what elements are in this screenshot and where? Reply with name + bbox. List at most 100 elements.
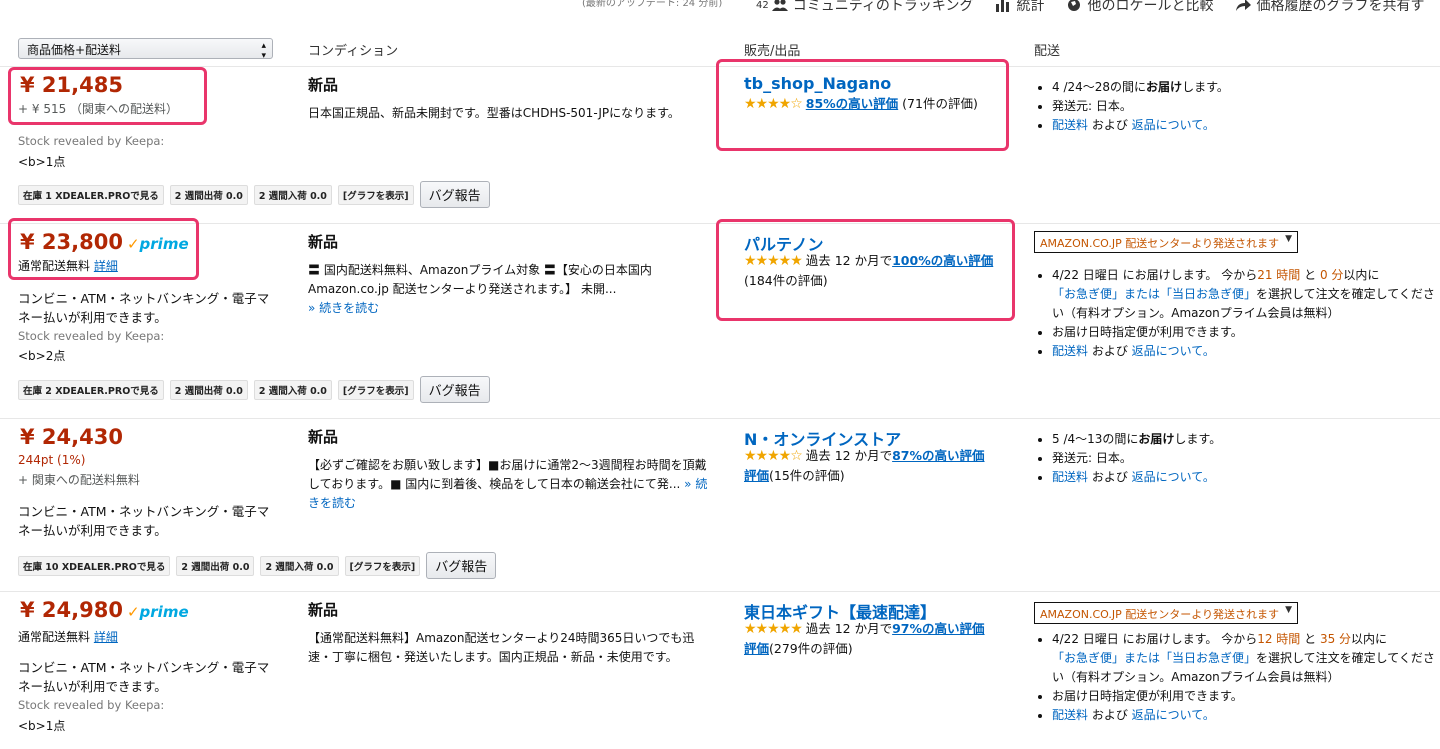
offer-row: ¥ 24,430 244pt (1%) + 関東への配送料無料 コンビニ・ATM… bbox=[0, 419, 1440, 592]
returns-link[interactable]: 返品について。 bbox=[1132, 344, 1215, 358]
rating-link[interactable]: 97%の高い評価 bbox=[892, 621, 984, 636]
show-graph-button[interactable]: [グラフを表示] bbox=[344, 555, 421, 576]
payment-info: コンビニ・ATM・ネットバンキング・電子マネー払いが利用できます。 bbox=[18, 504, 270, 538]
date-delivery-option: お届け日時指定便が利用できます。 bbox=[1052, 687, 1436, 706]
keepa-stock-label: Stock revealed by Keepa: bbox=[18, 698, 165, 712]
locale-compare-link[interactable]: 他のロケールと比較 bbox=[1066, 0, 1213, 15]
shipping-info: 4 /24～28の間にお届けします。 発送元: 日本。 配送料 および 返品につ… bbox=[1036, 78, 1436, 135]
show-graph-button[interactable]: [グラフを表示] bbox=[337, 184, 414, 205]
keepa-stock-button[interactable]: 在庫 10 XDEALER.PROで見る bbox=[18, 555, 171, 576]
sort-select-value: 商品価格+配送料 bbox=[27, 43, 122, 57]
returns-link[interactable]: 返品について。 bbox=[1132, 470, 1215, 484]
shipping-info: 4/22 日曜日 にお届けします。 今から21 時間 と 0 分以内に「お急ぎ便… bbox=[1036, 266, 1436, 361]
keepa-in-button[interactable]: 2 週間入荷 0.0 bbox=[260, 555, 339, 576]
offer-price: ¥ 24,430 bbox=[20, 425, 123, 449]
stats-link[interactable]: 統計 bbox=[995, 0, 1044, 15]
points: 244pt (1%) bbox=[18, 453, 86, 467]
shipping-cost-link[interactable]: 配送料 bbox=[1052, 470, 1088, 484]
keepa-stock-button[interactable]: 在庫 2 XDEALER.PROで見る bbox=[18, 379, 164, 400]
top-toolbar: (最新のアップデート: 24 分前) 42 コミュニティのトラッキング 統計 他… bbox=[0, 0, 1440, 16]
shipping-info: 4/22 日曜日 にお届けします。 今から12 時間 と 35 分以内に「お急ぎ… bbox=[1036, 630, 1436, 725]
keepa-stock-value: <b>2点 bbox=[18, 349, 66, 363]
keepa-bar: 在庫 10 XDEALER.PROで見る 2 週間出荷 0.0 2 週間入荷 0… bbox=[18, 552, 497, 579]
col-condition: コンディション bbox=[308, 44, 399, 59]
seller-highlight-box bbox=[716, 59, 1009, 151]
delivery-date: 4/22 日曜日 にお届けします。 今から21 時間 と 0 分以内に「お急ぎ便… bbox=[1052, 266, 1436, 323]
shipping-links: 配送料 および 返品について。 bbox=[1052, 342, 1436, 361]
sort-select[interactable]: 商品価格+配送料 ▴ ▾ bbox=[18, 38, 273, 61]
delivery-date: 4/22 日曜日 にお届けします。 今から12 時間 と 35 分以内に「お急ぎ… bbox=[1052, 630, 1436, 687]
locale-label: 他のロケールと比較 bbox=[1087, 0, 1214, 14]
bug-report-button[interactable]: バグ報告 bbox=[419, 181, 490, 208]
share-graph-link[interactable]: 価格履歴のグラフを共有す bbox=[1235, 0, 1424, 15]
details-link[interactable]: 詳細 bbox=[94, 630, 118, 644]
star-rating-icon: ★★★★☆ bbox=[744, 448, 803, 464]
community-count: 42 bbox=[756, 0, 769, 11]
fulfillment-dropdown[interactable]: AMAZON.CO.JP 配送センターより発送されます ▼ bbox=[1034, 231, 1298, 253]
select-arrows-icon: ▴ ▾ bbox=[261, 41, 266, 61]
payment-info: コンビニ・ATM・ネットバンキング・電子マネー払いが利用できます。 bbox=[18, 660, 270, 694]
rating-count: (279件の評価) bbox=[769, 641, 853, 656]
keepa-bar: 在庫 1 XDEALER.PROで見る 2 週間出荷 0.0 2 週間入荷 0.… bbox=[18, 181, 490, 208]
price-highlight-box bbox=[8, 218, 199, 280]
keepa-stock-value: <b>1点 bbox=[18, 719, 66, 733]
shipping-links: 配送料 および 返品について。 bbox=[1052, 706, 1436, 725]
condition-label: 新品 bbox=[308, 233, 339, 251]
rating-count: (15件の評価) bbox=[769, 468, 845, 483]
community-label: コミュニティのトラッキング bbox=[792, 0, 974, 14]
keepa-in-button[interactable]: 2 週間入荷 0.0 bbox=[253, 184, 332, 205]
rating-link-cont[interactable]: 評価 bbox=[744, 641, 769, 656]
keepa-out-button[interactable]: 2 週間出荷 0.0 bbox=[176, 555, 255, 576]
rating-link[interactable]: 87%の高い評価 bbox=[892, 448, 984, 463]
condition-description: 〓 国内配送料無料、Amazonプライム対象 〓【安心の日本国内Amazon.c… bbox=[308, 263, 652, 296]
read-more-link[interactable]: » 続きを読む bbox=[308, 299, 708, 318]
keepa-stock-label: Stock revealed by Keepa: bbox=[18, 134, 165, 148]
delivery-date: 5 /4～13の間にお届けします。 bbox=[1052, 430, 1436, 449]
star-rating-icon: ★★★★★ bbox=[744, 621, 803, 637]
delivery-date: 4 /24～28の間にお届けします。 bbox=[1052, 78, 1436, 97]
keepa-stock-value: <b>1点 bbox=[18, 155, 66, 169]
offer-price: ¥ 24,980 ✓prime bbox=[20, 598, 189, 622]
fulfillment-dropdown[interactable]: AMAZON.CO.JP 配送センターより発送されます ▼ bbox=[1034, 602, 1298, 624]
condition-label: 新品 bbox=[308, 428, 339, 446]
keepa-out-button[interactable]: 2 週間出荷 0.0 bbox=[169, 184, 248, 205]
ship-origin: 発送元: 日本。 bbox=[1052, 97, 1436, 116]
returns-link[interactable]: 返品について。 bbox=[1132, 708, 1215, 722]
shipping-cost-link[interactable]: 配送料 bbox=[1052, 708, 1088, 722]
show-graph-button[interactable]: [グラフを表示] bbox=[337, 379, 414, 400]
seller-rating: ★★★★☆ 過去 12 か月で87%の高い評価 評価(15件の評価) bbox=[744, 448, 985, 483]
seller-highlight-box bbox=[716, 219, 1015, 321]
shipping-links: 配送料 および 返品について。 bbox=[1052, 468, 1436, 487]
shipping-cost-link[interactable]: 配送料 bbox=[1052, 118, 1088, 132]
shipping-fee: + 関東への配送料無料 bbox=[18, 473, 140, 487]
keepa-bar: 在庫 2 XDEALER.PROで見る 2 週間出荷 0.0 2 週間入荷 0.… bbox=[18, 376, 490, 403]
returns-link[interactable]: 返品について。 bbox=[1132, 118, 1215, 132]
condition-description: 【必ずご確認をお願い致します】■お届けに通常2～3週間程お時間を頂戴しております… bbox=[308, 458, 708, 510]
share-label: 価格履歴のグラフを共有す bbox=[1256, 0, 1425, 14]
keepa-in-button[interactable]: 2 週間入荷 0.0 bbox=[253, 379, 332, 400]
shipping-links: 配送料 および 返品について。 bbox=[1052, 116, 1436, 135]
col-seller: 販売/出品 bbox=[744, 44, 801, 59]
globe-icon bbox=[1068, 0, 1081, 11]
date-delivery-option: お届け日時指定便が利用できます。 bbox=[1052, 323, 1436, 342]
seller-rating: ★★★★★ 過去 12 か月で97%の高い評価 評価(279件の評価) bbox=[744, 621, 985, 656]
rating-link-cont[interactable]: 評価 bbox=[744, 468, 769, 483]
col-shipping: 配送 bbox=[1034, 44, 1061, 59]
bug-report-button[interactable]: バグ報告 bbox=[426, 552, 497, 579]
bug-report-button[interactable]: バグ報告 bbox=[419, 376, 490, 403]
shipping-cost-link[interactable]: 配送料 bbox=[1052, 344, 1088, 358]
ship-origin: 発送元: 日本。 bbox=[1052, 449, 1436, 468]
condition-label: 新品 bbox=[308, 76, 339, 94]
bar-chart-icon bbox=[996, 0, 1010, 12]
community-tracking-link[interactable]: 42 コミュニティのトラッキング bbox=[756, 0, 973, 15]
prime-badge-icon: ✓prime bbox=[126, 603, 189, 621]
payment-info: コンビニ・ATM・ネットバンキング・電子マネー払いが利用できます。 bbox=[18, 291, 270, 325]
price-highlight-box bbox=[8, 67, 207, 125]
share-arrow-icon bbox=[1236, 0, 1252, 11]
condition-description: 日本国正規品、新品未開封です。型番はCHDHS-501-JPになります。 bbox=[308, 106, 680, 120]
keepa-stock-button[interactable]: 在庫 1 XDEALER.PROで見る bbox=[18, 184, 164, 205]
users-icon bbox=[771, 0, 788, 11]
chevron-down-icon: ▼ bbox=[1285, 605, 1292, 615]
keepa-out-button[interactable]: 2 週間出荷 0.0 bbox=[169, 379, 248, 400]
offer-row: ¥ 24,980 ✓prime 通常配送無料 詳細 コンビニ・ATM・ネットバンキ… bbox=[0, 592, 1440, 749]
